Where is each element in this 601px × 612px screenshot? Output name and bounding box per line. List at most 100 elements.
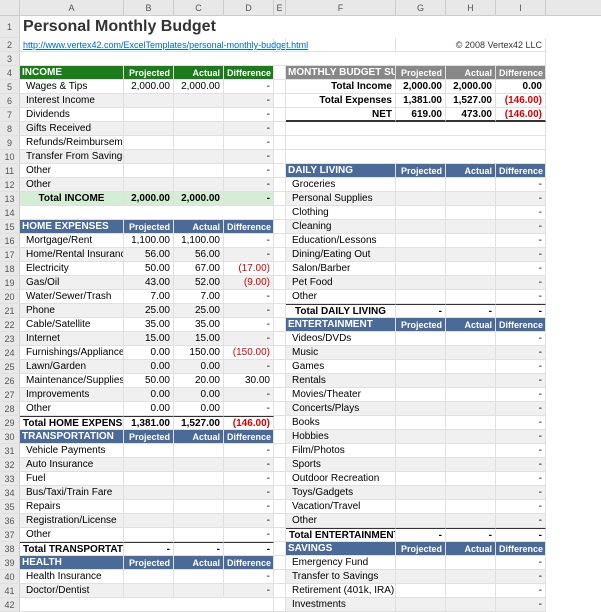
line-item[interactable]: Cable/Satellite — [20, 318, 124, 332]
col-i[interactable]: I — [496, 0, 546, 15]
line-item[interactable]: Clothing — [286, 206, 396, 220]
line-item[interactable]: Home/Rental Insurance — [20, 248, 124, 262]
row-num-32[interactable]: 32 — [0, 458, 20, 472]
row-num-6[interactable]: 6 — [0, 94, 20, 108]
row-num-40[interactable]: 40 — [0, 570, 20, 584]
row-num-8[interactable]: 8 — [0, 122, 20, 136]
row-num-4[interactable]: 4 — [0, 66, 20, 80]
row-num-38[interactable]: 38 — [0, 542, 20, 556]
line-item[interactable]: Transfer to Savings — [286, 570, 396, 584]
line-item[interactable]: Wages & Tips — [20, 80, 124, 94]
row-num-25[interactable]: 25 — [0, 360, 20, 374]
line-item[interactable]: Gifts Received — [20, 122, 124, 136]
row-num-33[interactable]: 33 — [0, 472, 20, 486]
line-item[interactable]: Phone — [20, 304, 124, 318]
line-item[interactable]: Interest Income — [20, 94, 124, 108]
line-item[interactable]: Movies/Theater — [286, 388, 396, 402]
line-item[interactable]: Other — [20, 528, 124, 542]
row-num-30[interactable]: 30 — [0, 430, 20, 444]
line-item[interactable]: Other — [286, 514, 396, 528]
line-item[interactable]: Toys/Gadgets — [286, 486, 396, 500]
page-title[interactable]: Personal Monthly Budget — [20, 16, 216, 38]
row-num-20[interactable]: 20 — [0, 290, 20, 304]
line-item[interactable]: Sports — [286, 458, 396, 472]
line-item[interactable]: Transfer From Savings — [20, 150, 124, 164]
row-num-41[interactable]: 41 — [0, 584, 20, 598]
row-num-3[interactable]: 3 — [0, 52, 20, 66]
row-num-39[interactable]: 39 — [0, 556, 20, 570]
line-item[interactable]: Improvements — [20, 388, 124, 402]
line-item[interactable]: Other — [20, 164, 124, 178]
line-item[interactable]: Retirement (401k, IRA) — [286, 584, 396, 598]
row-num-28[interactable]: 28 — [0, 402, 20, 416]
source-link[interactable]: http://www.vertex42.com/ExcelTemplates/p… — [20, 38, 274, 52]
row-num-11[interactable]: 11 — [0, 164, 20, 178]
line-item[interactable]: Education/Lessons — [286, 234, 396, 248]
row-num-19[interactable]: 19 — [0, 276, 20, 290]
row-num-36[interactable]: 36 — [0, 514, 20, 528]
line-item[interactable]: Refunds/Reimbursements — [20, 136, 124, 150]
row-num-34[interactable]: 34 — [0, 486, 20, 500]
line-item[interactable]: Gas/Oil — [20, 276, 124, 290]
row-num-24[interactable]: 24 — [0, 346, 20, 360]
line-item[interactable]: Maintenance/Supplies — [20, 374, 124, 388]
line-item[interactable]: Water/Sewer/Trash — [20, 290, 124, 304]
row-num-2[interactable]: 2 — [0, 38, 20, 52]
row-num-17[interactable]: 17 — [0, 248, 20, 262]
col-g[interactable]: G — [396, 0, 446, 15]
line-item[interactable]: Dining/Eating Out — [286, 248, 396, 262]
row-num-22[interactable]: 22 — [0, 318, 20, 332]
row-num-1[interactable]: 1 — [0, 16, 20, 38]
row-num-16[interactable]: 16 — [0, 234, 20, 248]
line-item[interactable]: Dividends — [20, 108, 124, 122]
line-item[interactable]: Fuel — [20, 472, 124, 486]
row-num-29[interactable]: 29 — [0, 416, 20, 430]
line-item[interactable]: Doctor/Dentist — [20, 584, 124, 598]
line-item[interactable]: Other — [20, 178, 124, 192]
row-num-23[interactable]: 23 — [0, 332, 20, 346]
line-item[interactable]: Investments — [286, 598, 396, 612]
line-item[interactable]: Books — [286, 416, 396, 430]
line-item[interactable]: Outdoor Recreation — [286, 472, 396, 486]
row-num-10[interactable]: 10 — [0, 150, 20, 164]
row-num-12[interactable]: 12 — [0, 178, 20, 192]
col-d[interactable]: D — [224, 0, 274, 15]
col-c[interactable]: C — [174, 0, 224, 15]
col-b[interactable]: B — [124, 0, 174, 15]
line-item[interactable]: Mortgage/Rent — [20, 234, 124, 248]
row-num-13[interactable]: 13 — [0, 192, 20, 206]
line-item[interactable]: Other — [286, 290, 396, 304]
row-num-42[interactable]: 42 — [0, 598, 20, 612]
line-item[interactable]: Film/Photos — [286, 444, 396, 458]
row-num-37[interactable]: 37 — [0, 528, 20, 542]
col-h[interactable]: H — [446, 0, 496, 15]
line-item[interactable]: Music — [286, 346, 396, 360]
row-num-18[interactable]: 18 — [0, 262, 20, 276]
line-item[interactable]: Rentals — [286, 374, 396, 388]
row-num-5[interactable]: 5 — [0, 80, 20, 94]
row-num-27[interactable]: 27 — [0, 388, 20, 402]
line-item[interactable]: Registration/License — [20, 514, 124, 528]
line-item[interactable]: Vehicle Payments — [20, 444, 124, 458]
row-num-21[interactable]: 21 — [0, 304, 20, 318]
line-item[interactable]: Lawn/Garden — [20, 360, 124, 374]
line-item[interactable]: Concerts/Plays — [286, 402, 396, 416]
line-item[interactable]: Videos/DVDs — [286, 332, 396, 346]
col-f[interactable]: F — [286, 0, 396, 15]
row-num-35[interactable]: 35 — [0, 500, 20, 514]
line-item[interactable]: Internet — [20, 332, 124, 346]
row-num-15[interactable]: 15 — [0, 220, 20, 234]
line-item[interactable]: Groceries — [286, 178, 396, 192]
line-item[interactable]: Other — [20, 402, 124, 416]
row-num-9[interactable]: 9 — [0, 136, 20, 150]
line-item[interactable]: Bus/Taxi/Train Fare — [20, 486, 124, 500]
row-num-14[interactable]: 14 — [0, 206, 20, 220]
line-item[interactable]: Hobbies — [286, 430, 396, 444]
line-item[interactable]: Pet Food — [286, 276, 396, 290]
line-item[interactable]: Health Insurance — [20, 570, 124, 584]
line-item[interactable]: Salon/Barber — [286, 262, 396, 276]
line-item[interactable]: Vacation/Travel — [286, 500, 396, 514]
line-item[interactable]: Repairs — [20, 500, 124, 514]
line-item[interactable]: Auto Insurance — [20, 458, 124, 472]
line-item[interactable]: Games — [286, 360, 396, 374]
